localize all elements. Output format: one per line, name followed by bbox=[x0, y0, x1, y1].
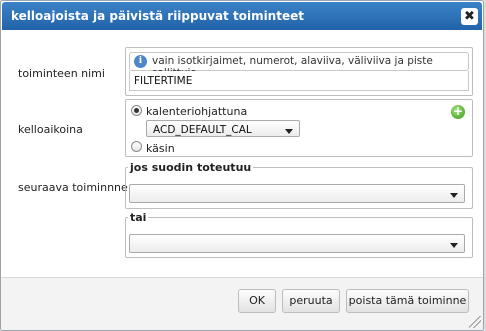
plus-circle-icon[interactable]: + bbox=[451, 105, 465, 119]
cancel-button[interactable]: peruuta bbox=[282, 289, 340, 313]
next-label: seuraava toiminnne bbox=[18, 181, 128, 194]
name-hint: i vain isotkirjaimet, numerot, alaviiva,… bbox=[129, 52, 469, 79]
delete-button[interactable]: poista tämä toiminne bbox=[346, 289, 469, 313]
close-icon[interactable]: ✖ bbox=[461, 8, 478, 25]
time-label: kelloaikoina bbox=[18, 123, 83, 136]
if-legend: jos suodin toteutuu bbox=[130, 161, 252, 174]
manual-option-label: käsin bbox=[146, 142, 175, 155]
calendar-option-label: kalenteriohjattuna bbox=[146, 105, 248, 118]
resize-grip[interactable] bbox=[469, 316, 481, 328]
info-icon: i bbox=[134, 55, 147, 68]
chevron-down-icon bbox=[450, 243, 458, 248]
chevron-down-icon bbox=[450, 193, 458, 198]
calendar-radio[interactable] bbox=[131, 105, 142, 116]
calendar-select-value: ACD_DEFAULT_CAL bbox=[153, 124, 252, 136]
dialog-title: kelloajoista ja päivistä riippuvat toimi… bbox=[11, 9, 304, 23]
else-select[interactable] bbox=[129, 234, 465, 253]
chevron-down-icon bbox=[285, 129, 293, 134]
name-input[interactable]: FILTERTIME bbox=[129, 71, 469, 91]
ok-button[interactable]: OK bbox=[238, 289, 276, 313]
name-label: toiminteen nimi bbox=[18, 67, 105, 80]
dialog-titlebar[interactable]: kelloajoista ja päivistä riippuvat toimi… bbox=[2, 2, 482, 30]
dialog-window: kelloajoista ja päivistä riippuvat toimi… bbox=[0, 0, 484, 331]
if-select[interactable] bbox=[129, 184, 465, 203]
manual-radio[interactable] bbox=[131, 141, 142, 152]
calendar-select[interactable]: ACD_DEFAULT_CAL bbox=[146, 120, 300, 137]
else-legend: tai bbox=[130, 211, 147, 224]
